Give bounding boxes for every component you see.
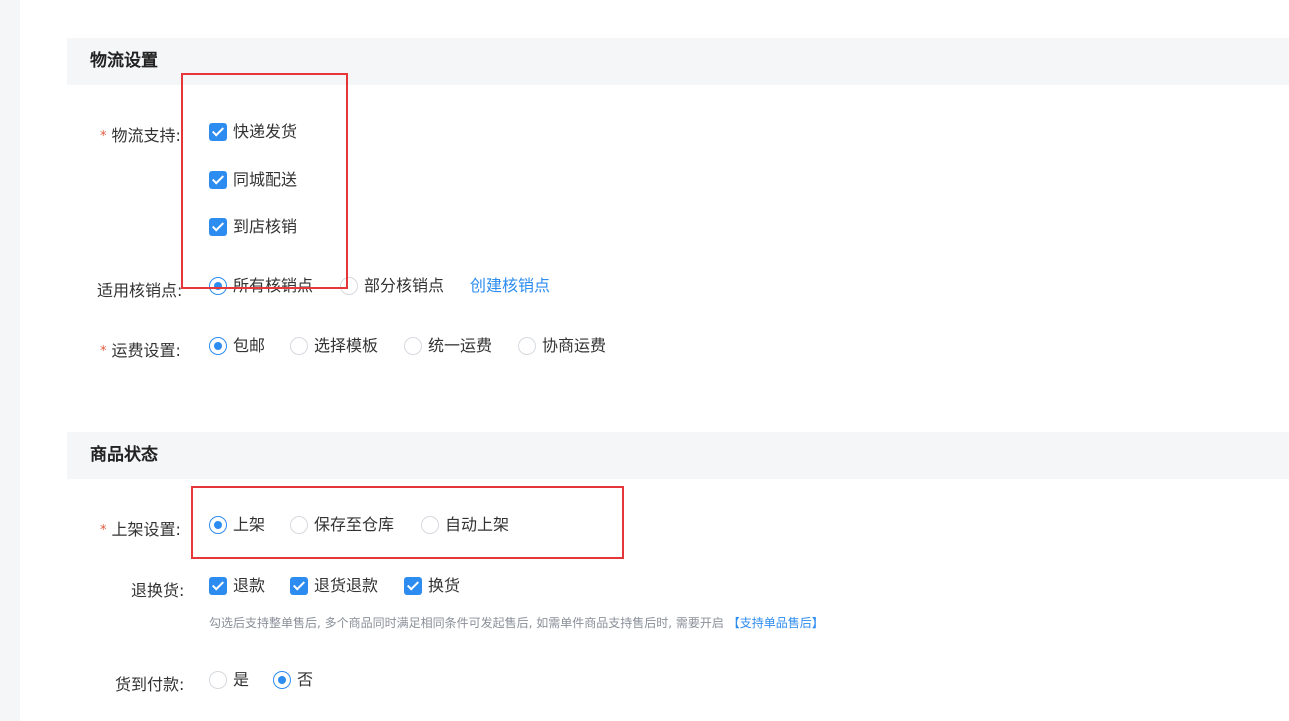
highlight-box-listing-setting <box>191 486 624 559</box>
option-return-refund[interactable]: 退货退款 <box>314 577 378 595</box>
option-exchange[interactable]: 换货 <box>428 577 460 595</box>
option-select-template[interactable]: 选择模板 <box>314 337 378 355</box>
option-cod-yes[interactable]: 是 <box>233 671 249 689</box>
single-item-aftersale-link[interactable]: 【支持单品售后】 <box>728 616 824 630</box>
checkbox-return-refund[interactable] <box>290 577 308 595</box>
option-cod-no[interactable]: 否 <box>297 671 313 689</box>
left-gutter <box>0 0 20 721</box>
listing-setting-label: * 上架设置: <box>100 520 181 539</box>
returns-label: 退换货: <box>131 581 185 600</box>
option-partial-pickup-points[interactable]: 部分核销点 <box>364 277 444 295</box>
cod-label: 货到付款: <box>115 675 185 694</box>
returns-hint: 勾选后支持整单售后, 多个商品同时满足相同条件可发起售后, 如需单件商品支持售后… <box>209 616 824 630</box>
radio-negotiated-fee[interactable] <box>518 337 536 355</box>
checkbox-refund[interactable] <box>209 577 227 595</box>
pickup-points-label: 适用核销点: <box>97 281 183 300</box>
logistics-support-label: * 物流支持: <box>100 126 181 145</box>
radio-flat-fee[interactable] <box>404 337 422 355</box>
highlight-box-logistics-support <box>181 73 348 289</box>
required-asterisk: * <box>100 523 107 538</box>
shipping-fee-label: * 运费设置: <box>100 341 181 360</box>
section-title-product-status: 商品状态 <box>90 445 158 465</box>
radio-select-template[interactable] <box>290 337 308 355</box>
option-refund[interactable]: 退款 <box>233 577 265 595</box>
radio-cod-no[interactable] <box>273 671 291 689</box>
checkbox-exchange[interactable] <box>404 577 422 595</box>
section-title-logistics: 物流设置 <box>90 51 158 71</box>
radio-free-shipping[interactable] <box>209 337 227 355</box>
option-free-shipping[interactable]: 包邮 <box>233 337 265 355</box>
required-asterisk: * <box>100 344 107 359</box>
required-asterisk: * <box>100 129 107 144</box>
option-flat-fee[interactable]: 统一运费 <box>428 337 492 355</box>
radio-cod-yes[interactable] <box>209 671 227 689</box>
section-header-product-status: 商品状态 <box>67 432 1289 479</box>
create-pickup-point-link[interactable]: 创建核销点 <box>470 277 550 295</box>
option-negotiated-fee[interactable]: 协商运费 <box>542 337 606 355</box>
